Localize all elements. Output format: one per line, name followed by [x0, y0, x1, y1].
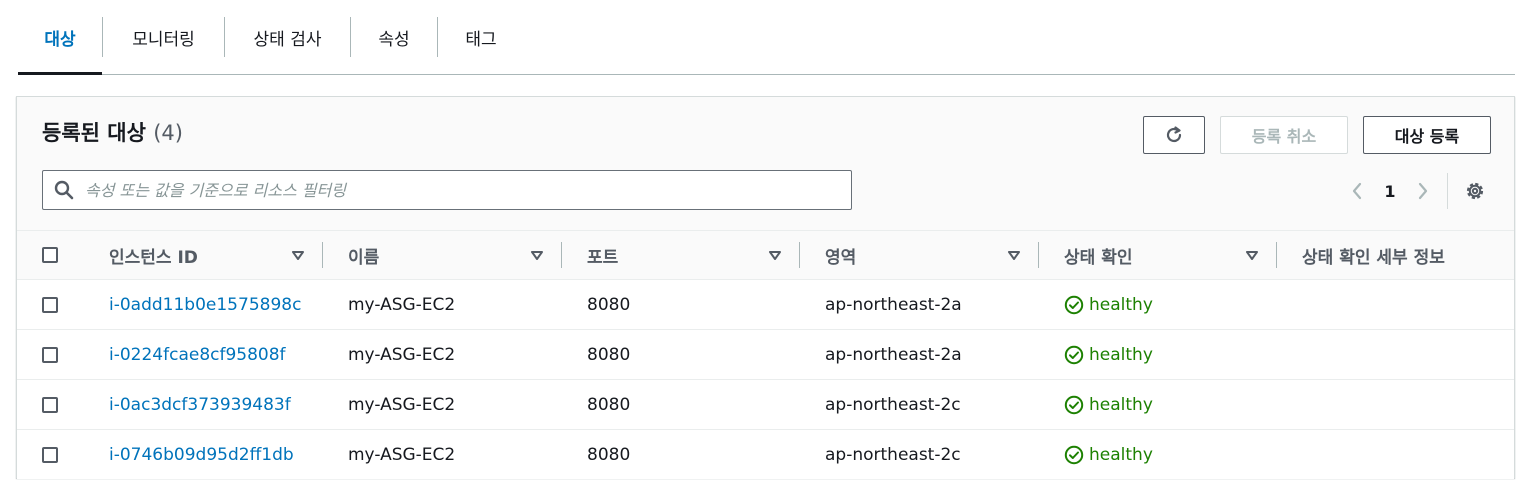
panel-title-text: 등록된 대상 — [42, 121, 146, 145]
chevron-left-icon — [1352, 182, 1362, 200]
tab-health-checks[interactable]: 상태 검사 — [225, 0, 350, 74]
search-icon — [53, 179, 75, 201]
health-status-text: healthy — [1089, 394, 1153, 415]
column-divider[interactable] — [322, 242, 323, 268]
column-divider[interactable] — [799, 242, 800, 268]
column-divider[interactable] — [1276, 242, 1277, 268]
pagination-divider — [1447, 173, 1448, 209]
table-row[interactable]: i-0ac3dcf373939483f my-ASG-EC2 8080 ap-n… — [17, 380, 1514, 430]
column-header-instance-id[interactable]: 인스턴스 ID — [109, 231, 198, 279]
previous-page-button[interactable] — [1347, 177, 1367, 205]
column-header-name[interactable]: 이름 — [348, 231, 379, 279]
row-checkbox[interactable] — [42, 447, 58, 463]
refresh-icon — [1166, 126, 1182, 143]
zone-cell: ap-northeast-2a — [825, 344, 962, 365]
instance-id-cell[interactable]: i-0746b09d95d2ff1db — [109, 430, 294, 479]
instance-id-link[interactable]: i-0746b09d95d2ff1db — [109, 445, 294, 465]
column-header-health-status[interactable]: 상태 확인 — [1064, 231, 1132, 279]
table-row[interactable]: i-0224fcae8cf95808f my-ASG-EC2 8080 ap-n… — [17, 330, 1514, 380]
health-status-cell: healthy — [1064, 380, 1153, 429]
name-cell: my-ASG-EC2 — [348, 344, 456, 365]
port-cell: 8080 — [587, 394, 631, 415]
select-all-checkbox[interactable] — [42, 247, 58, 263]
gear-icon — [1466, 182, 1484, 200]
instance-id-cell[interactable]: i-0add11b0e1575898c — [109, 280, 301, 329]
instance-id-link[interactable]: i-0add11b0e1575898c — [109, 295, 301, 315]
deregister-button[interactable]: 등록 취소 — [1220, 116, 1348, 154]
instance-id-cell[interactable]: i-0ac3dcf373939483f — [109, 380, 291, 429]
column-header-health-details: 상태 확인 세부 정보 — [1302, 247, 1445, 268]
tab-tags[interactable]: 태그 — [438, 0, 524, 74]
zone-cell: ap-northeast-2a — [825, 294, 962, 315]
registered-targets-panel: 등록된 대상 (4) 등록 취소 대상 등록 1 — [16, 96, 1515, 479]
next-page-button[interactable] — [1413, 177, 1433, 205]
port-cell: 8080 — [587, 444, 631, 465]
pagination: 1 — [1347, 177, 1433, 205]
page-number[interactable]: 1 — [1367, 182, 1413, 201]
table-row[interactable]: i-0746b09d95d2ff1db my-ASG-EC2 8080 ap-n… — [17, 430, 1514, 479]
instance-id-link[interactable]: i-0224fcae8cf95808f — [109, 345, 286, 365]
sort-down-icon[interactable] — [530, 248, 544, 262]
sort-down-icon[interactable] — [291, 248, 305, 262]
column-header-zone[interactable]: 영역 — [825, 231, 856, 279]
check-circle-icon — [1064, 295, 1084, 314]
health-status-cell: healthy — [1064, 430, 1153, 479]
instance-id-cell[interactable]: i-0224fcae8cf95808f — [109, 330, 286, 379]
tab-bar: 대상 모니터링 상태 검사 속성 태그 — [18, 0, 1515, 75]
row-checkbox[interactable] — [42, 397, 58, 413]
register-targets-button[interactable]: 대상 등록 — [1363, 116, 1491, 154]
instance-id-link[interactable]: i-0ac3dcf373939483f — [109, 395, 291, 415]
table-row[interactable]: i-0add11b0e1575898c my-ASG-EC2 8080 ap-n… — [17, 280, 1514, 330]
row-checkbox[interactable] — [42, 297, 58, 313]
check-circle-icon — [1064, 445, 1084, 464]
search-box — [42, 170, 852, 210]
port-cell: 8080 — [587, 344, 631, 365]
table-header: 인스턴스 ID 이름 포트 영역 상태 확인 상태 확인 세부 정보 — [17, 230, 1514, 280]
row-checkbox[interactable] — [42, 347, 58, 363]
sort-down-icon[interactable] — [1245, 248, 1259, 262]
health-status-cell: healthy — [1064, 280, 1153, 329]
chevron-right-icon — [1418, 182, 1428, 200]
preferences-button[interactable] — [1463, 179, 1487, 203]
zone-cell: ap-northeast-2c — [825, 444, 961, 465]
name-cell: my-ASG-EC2 — [348, 444, 456, 465]
targets-table: 인스턴스 ID 이름 포트 영역 상태 확인 상태 확인 세부 정보 i-0ad… — [17, 230, 1514, 479]
column-header-port[interactable]: 포트 — [587, 231, 618, 279]
sort-down-icon[interactable] — [1007, 248, 1021, 262]
name-cell: my-ASG-EC2 — [348, 294, 456, 315]
sort-down-icon[interactable] — [768, 248, 782, 262]
tab-monitoring[interactable]: 모니터링 — [103, 0, 224, 74]
tab-attributes[interactable]: 속성 — [351, 0, 437, 74]
tab-targets[interactable]: 대상 — [18, 0, 102, 75]
name-cell: my-ASG-EC2 — [348, 394, 456, 415]
health-status-text: healthy — [1089, 294, 1153, 315]
health-status-text: healthy — [1089, 344, 1153, 365]
port-cell: 8080 — [587, 294, 631, 315]
check-circle-icon — [1064, 395, 1084, 414]
health-status-cell: healthy — [1064, 330, 1153, 379]
zone-cell: ap-northeast-2c — [825, 394, 961, 415]
column-divider[interactable] — [1038, 242, 1039, 268]
target-count: (4) — [153, 121, 183, 145]
panel-title: 등록된 대상 (4) — [42, 117, 183, 147]
column-divider[interactable] — [561, 242, 562, 268]
search-input[interactable] — [83, 179, 851, 201]
health-status-text: healthy — [1089, 444, 1153, 465]
refresh-button[interactable] — [1143, 116, 1205, 154]
check-circle-icon — [1064, 345, 1084, 364]
